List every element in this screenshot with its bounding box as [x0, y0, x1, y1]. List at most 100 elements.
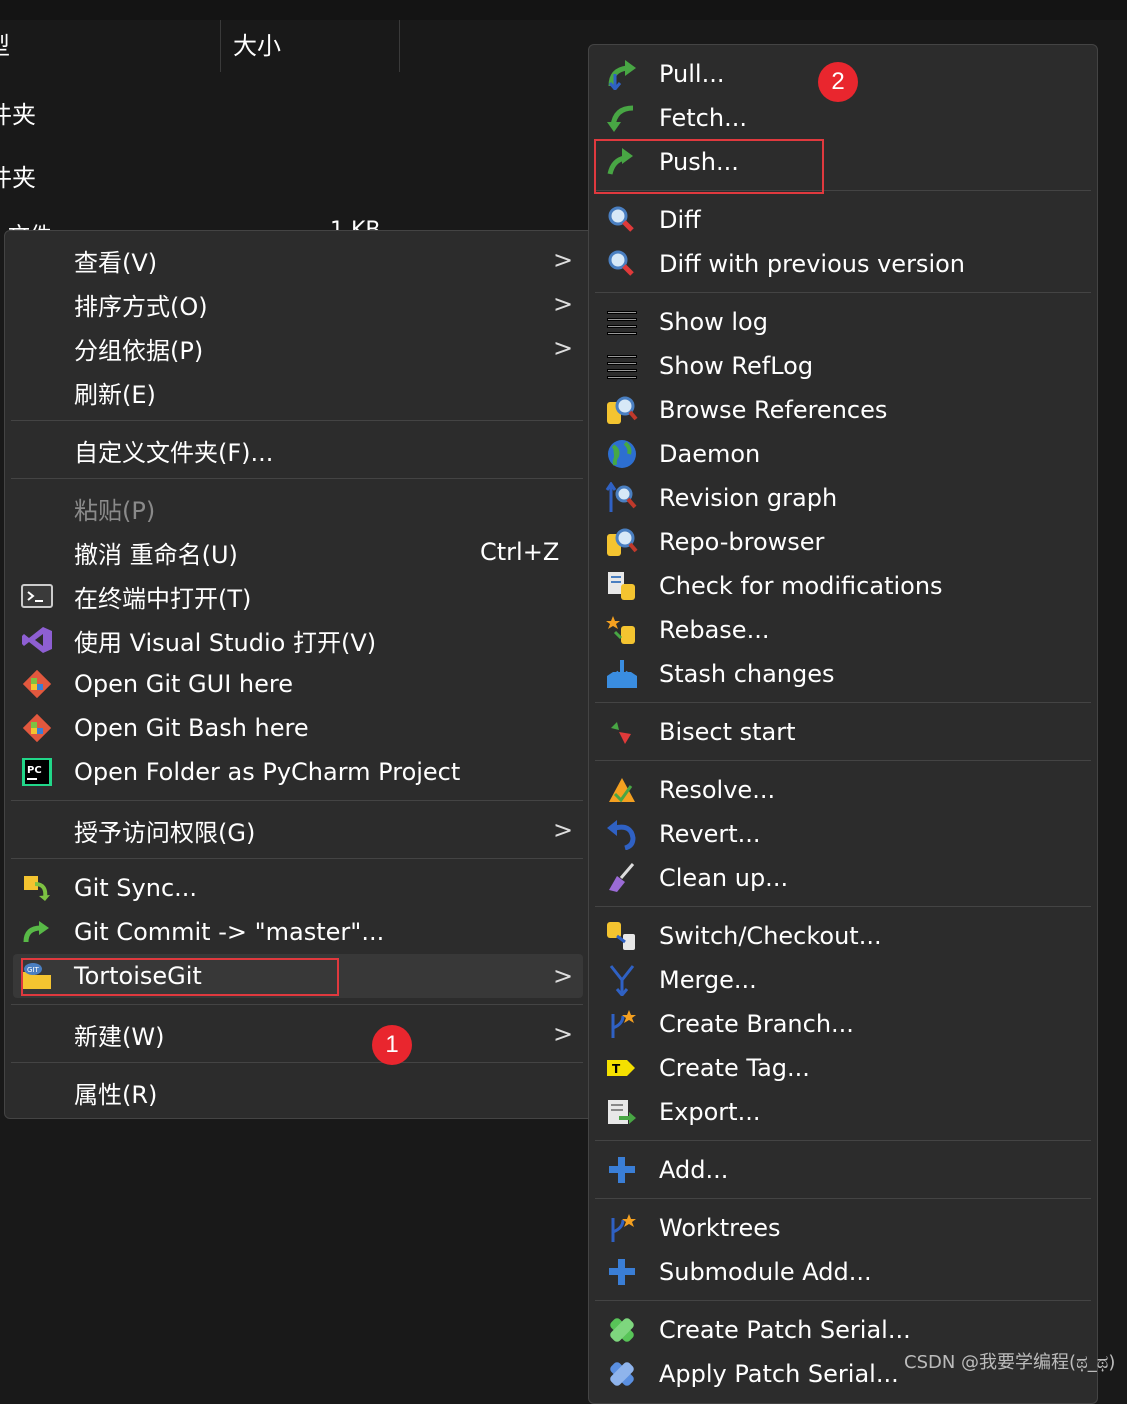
menu-item-create-branch[interactable]: Create Branch...	[589, 1002, 1097, 1046]
menu-item-undo-rename[interactable]: 撤消 重命名(U) Ctrl+Z	[5, 530, 603, 574]
menu-item-view[interactable]: 查看(V) >	[5, 238, 603, 282]
menu-item-label: Browse References	[659, 396, 888, 424]
watermark: CSDN @我要学编程(ಥ_ಥ)	[904, 1352, 1116, 1373]
column-header-size[interactable]: 大小	[221, 20, 400, 72]
chevron-right-icon: >	[553, 816, 574, 844]
menu-item-add[interactable]: Add...	[589, 1148, 1097, 1192]
menu-item-merge[interactable]: Merge...	[589, 958, 1097, 1002]
menu-item-label: 分组依据(P)	[74, 336, 204, 365]
file-row-type[interactable]: 件夹	[0, 158, 36, 193]
menu-item-fetch[interactable]: Fetch...	[589, 96, 1097, 140]
log-icon	[607, 311, 637, 335]
file-row-type[interactable]: 件夹	[0, 95, 36, 130]
menu-item-diff-previous[interactable]: Diff with previous version	[589, 242, 1097, 286]
menu-item-customize-folder[interactable]: 自定义文件夹(F)...	[5, 428, 603, 472]
globe-icon	[608, 440, 636, 468]
menu-item-daemon[interactable]: Daemon	[589, 432, 1097, 476]
menu-item-label: Add...	[659, 1156, 729, 1184]
menu-item-show-log[interactable]: Show log	[589, 300, 1097, 344]
menu-item-rebase[interactable]: Rebase...	[589, 608, 1097, 652]
menu-separator	[11, 420, 583, 421]
tag-icon: T	[607, 1060, 635, 1076]
menu-item-revert[interactable]: Revert...	[589, 812, 1097, 856]
chevron-right-icon: >	[553, 962, 574, 990]
menu-item-git-commit[interactable]: Git Commit -> "master"...	[5, 910, 603, 954]
menu-item-label: Git Commit -> "master"...	[74, 918, 385, 946]
step-badge-1: 1	[372, 1025, 412, 1065]
menu-separator	[11, 1062, 583, 1063]
stash-icon	[607, 660, 637, 688]
menu-item-label: Clean up...	[659, 864, 789, 892]
menu-item-repo-browser[interactable]: Repo-browser	[589, 520, 1097, 564]
plus-icon	[609, 1259, 635, 1285]
menu-item-bisect-start[interactable]: Bisect start	[589, 710, 1097, 754]
repo-browser-icon	[607, 528, 638, 556]
menu-item-label: 查看(V)	[74, 248, 158, 277]
branch-icon	[611, 1010, 636, 1038]
menu-item-sort-by[interactable]: 排序方式(O) >	[5, 282, 603, 326]
menu-item-revision-graph[interactable]: Revision graph	[589, 476, 1097, 520]
menu-item-create-tag[interactable]: T Create Tag...	[589, 1046, 1097, 1090]
patch-icon	[610, 1362, 634, 1386]
menu-item-label: 粘贴(P)	[74, 496, 156, 525]
menu-item-label: Repo-browser	[659, 528, 825, 556]
switch-checkout-icon	[607, 922, 635, 950]
menu-item-resolve[interactable]: Resolve...	[589, 768, 1097, 812]
menu-item-label: Open Git GUI here	[74, 670, 293, 698]
visual-studio-icon	[22, 627, 52, 653]
menu-item-show-reflog[interactable]: Show RefLog	[589, 344, 1097, 388]
menu-item-label: 属性(R)	[74, 1080, 158, 1109]
menu-item-export[interactable]: Export...	[589, 1090, 1097, 1134]
menu-item-check-modifications[interactable]: Check for modifications	[589, 564, 1097, 608]
menu-separator	[595, 760, 1091, 761]
menu-item-open-in-terminal[interactable]: 在终端中打开(T)	[5, 574, 603, 618]
menu-item-open-git-bash[interactable]: Open Git Bash here	[5, 706, 603, 750]
reflog-icon	[607, 355, 637, 379]
menu-item-stash-changes[interactable]: Stash changes	[589, 652, 1097, 696]
menu-item-label: Fetch...	[659, 104, 747, 132]
menu-item-worktrees[interactable]: Worktrees	[589, 1206, 1097, 1250]
menu-item-label: 授予访问权限(G)	[74, 818, 256, 847]
git-bash-icon	[22, 714, 52, 742]
browse-references-icon	[607, 396, 638, 424]
menu-item-label: Revision graph	[659, 484, 838, 512]
menu-item-paste: 粘贴(P)	[5, 486, 603, 530]
column-header-type[interactable]: 型	[0, 20, 221, 72]
git-commit-icon	[23, 921, 49, 943]
menu-item-create-patch-serial[interactable]: Create Patch Serial...	[589, 1308, 1097, 1352]
menu-item-properties[interactable]: 属性(R)	[5, 1070, 603, 1114]
menu-item-submodule-add[interactable]: Submodule Add...	[589, 1250, 1097, 1294]
menu-item-refresh[interactable]: 刷新(E)	[5, 370, 603, 414]
menu-item-label: Merge...	[659, 966, 757, 994]
highlight-box-tortoisegit	[21, 958, 339, 996]
menu-item-label: Check for modifications	[659, 572, 943, 600]
menu-item-label: Pull...	[659, 60, 725, 88]
menu-item-label: Create Tag...	[659, 1054, 810, 1082]
bisect-icon	[611, 722, 631, 744]
menu-item-label: 自定义文件夹(F)...	[74, 438, 274, 467]
chevron-right-icon: >	[553, 334, 574, 362]
menu-item-label: Open Folder as PyCharm Project	[74, 758, 461, 786]
menu-item-switch-checkout[interactable]: Switch/Checkout...	[589, 914, 1097, 958]
merge-icon	[609, 965, 635, 996]
menu-separator	[595, 702, 1091, 703]
menu-item-label: Open Git Bash here	[74, 714, 309, 742]
menu-item-label: 在终端中打开(T)	[74, 584, 252, 613]
menu-item-group-by[interactable]: 分组依据(P) >	[5, 326, 603, 370]
menu-item-label: 使用 Visual Studio 打开(V)	[74, 628, 377, 657]
menu-item-label: Show RefLog	[659, 352, 814, 380]
menu-item-new[interactable]: 新建(W) >	[5, 1012, 603, 1056]
menu-item-git-sync[interactable]: Git Sync...	[5, 866, 603, 910]
menu-item-clean-up[interactable]: Clean up...	[589, 856, 1097, 900]
menu-item-open-git-gui[interactable]: Open Git GUI here	[5, 662, 603, 706]
menu-item-browse-references[interactable]: Browse References	[589, 388, 1097, 432]
menu-item-open-pycharm[interactable]: PC Open Folder as PyCharm Project	[5, 750, 603, 794]
menu-separator	[595, 1300, 1091, 1301]
fetch-icon	[607, 105, 634, 132]
menu-item-grant-access[interactable]: 授予访问权限(G) >	[5, 808, 603, 852]
menu-separator	[595, 1140, 1091, 1141]
menu-separator	[595, 906, 1091, 907]
menu-item-open-visual-studio[interactable]: 使用 Visual Studio 打开(V)	[5, 618, 603, 662]
menu-item-diff[interactable]: Diff	[589, 198, 1097, 242]
shortcut-text: Ctrl+Z	[480, 538, 560, 566]
